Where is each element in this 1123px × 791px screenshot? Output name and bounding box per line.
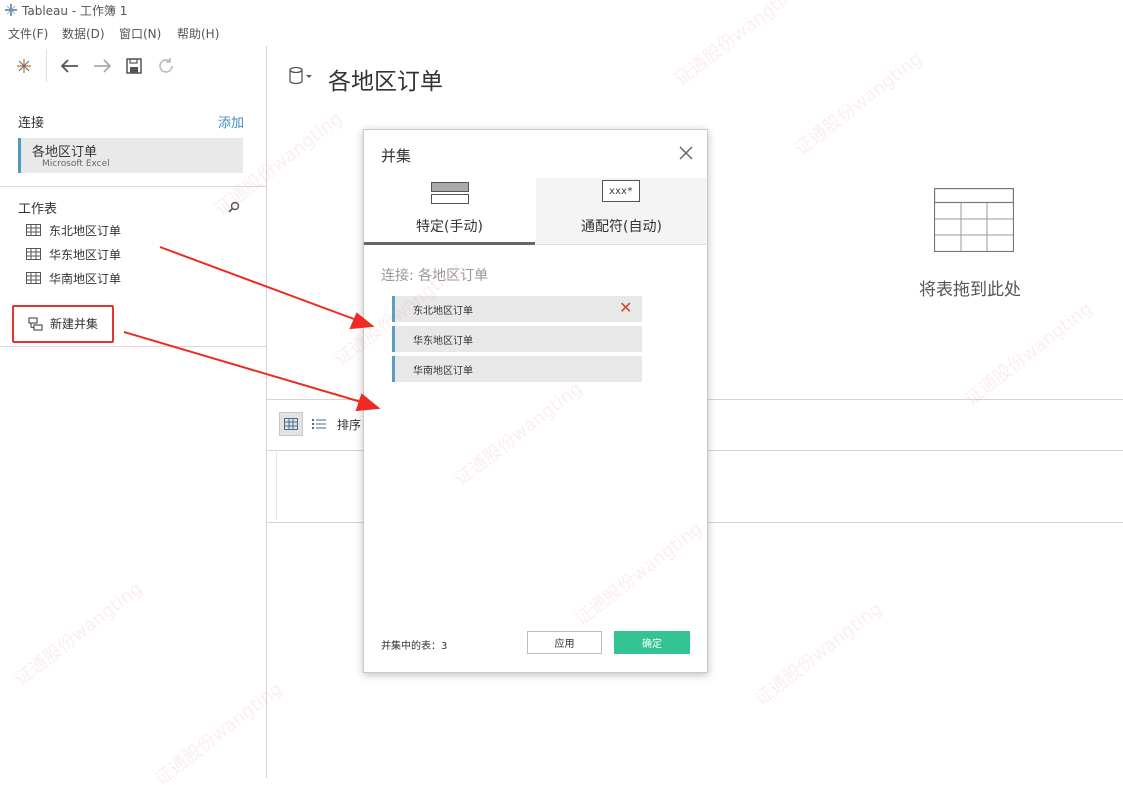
close-icon[interactable] — [678, 145, 694, 161]
union-table-label: 华东地区订单 — [413, 336, 473, 347]
sort-label[interactable]: 排序 — [337, 416, 361, 433]
redo-icon[interactable] — [90, 54, 114, 78]
menu-data[interactable]: 数据(D) — [62, 25, 105, 42]
connection-label: 连接: 各地区订单 — [381, 268, 489, 284]
drop-table-icon — [934, 188, 1014, 252]
grid-view-button[interactable] — [279, 412, 303, 436]
connections-heading: 连接 — [18, 116, 45, 131]
page-title: 各地区订单 — [328, 69, 443, 95]
union-table-label: 东北地区订单 — [413, 306, 473, 317]
union-table-row[interactable]: 东北地区订单 ✕ — [392, 296, 642, 322]
toolbar — [0, 46, 266, 88]
tab-wildcard[interactable]: xxx* 通配符(自动) — [536, 178, 707, 244]
dialog-title: 并集 — [381, 147, 412, 165]
sheet-label: 东北地区订单 — [49, 223, 122, 238]
section-divider — [0, 186, 266, 187]
tab-divider — [536, 244, 708, 245]
apply-button[interactable]: 应用 — [527, 631, 602, 654]
data-source-panel: 连接 添加 各地区订单 Microsoft Excel 工作表 东北地区订单 华… — [0, 46, 267, 778]
connection-item[interactable]: 各地区订单 Microsoft Excel — [18, 138, 243, 173]
new-union-label: 新建并集 — [50, 317, 99, 331]
list-icon — [312, 419, 326, 429]
save-icon[interactable] — [122, 54, 146, 78]
grid-icon — [284, 418, 298, 430]
sheet-item[interactable]: 华东地区订单 — [26, 244, 121, 264]
union-table-row[interactable]: 华东地区订单 — [392, 326, 642, 352]
tab-wildcard-label: 通配符(自动) — [581, 219, 662, 235]
add-connection-link[interactable]: 添加 — [218, 112, 244, 131]
sheets-heading: 工作表 — [18, 202, 58, 217]
wildcard-icon: xxx* — [602, 180, 640, 202]
sheet-item[interactable]: 华南地区订单 — [26, 268, 121, 288]
menu-help[interactable]: 帮助(H) — [177, 25, 219, 42]
table-icon — [26, 224, 41, 236]
toolbar-divider — [46, 50, 47, 82]
union-table-label: 华南地区订单 — [413, 366, 473, 377]
tableau-start-icon[interactable] — [12, 54, 36, 78]
database-icon[interactable] — [288, 66, 314, 86]
union-table-row[interactable]: 华南地区订单 — [392, 356, 642, 382]
table-icon — [26, 272, 41, 284]
ok-button[interactable]: 确定 — [614, 631, 690, 654]
search-icon[interactable] — [228, 201, 240, 213]
remove-icon[interactable]: ✕ — [619, 300, 632, 316]
union-icon — [28, 317, 43, 331]
tab-specific[interactable]: 特定(手动) — [364, 178, 535, 244]
watermark: 证通股份wangting — [960, 298, 1097, 411]
watermark: 证通股份wangting — [790, 48, 927, 161]
undo-icon[interactable] — [58, 54, 82, 78]
table-icon — [26, 248, 41, 260]
menu-file[interactable]: 文件(F) — [8, 25, 48, 42]
union-table-count: 并集中的表：3 — [381, 641, 448, 652]
window-title: Tableau - 工作簿 1 — [22, 4, 128, 18]
tableau-logo-icon — [5, 4, 17, 16]
title-bar: Tableau - 工作簿 1 — [0, 0, 1123, 22]
refresh-icon[interactable] — [154, 54, 178, 78]
sheet-label: 华南地区订单 — [49, 271, 122, 286]
grid-column-divider — [276, 452, 277, 520]
menu-window[interactable]: 窗口(N) — [119, 25, 161, 42]
list-view-button[interactable] — [309, 414, 329, 434]
union-dialog: 并集 特定(手动) xxx* 通配符(自动) 连接: 各地区订单 东北地区订单 … — [363, 129, 708, 673]
sheet-item[interactable]: 东北地区订单 — [26, 220, 121, 240]
specific-tables-icon — [431, 182, 469, 204]
sheet-label: 华东地区订单 — [49, 247, 122, 262]
connection-type: Microsoft Excel — [42, 159, 110, 169]
drop-zone-text: 将表拖到此处 — [919, 280, 1021, 300]
watermark: 证通股份wangting — [750, 598, 887, 711]
tab-specific-label: 特定(手动) — [416, 219, 483, 235]
new-union-button[interactable]: 新建并集 — [12, 305, 114, 343]
connection-name: 各地区订单 — [32, 145, 98, 160]
active-tab-indicator — [364, 242, 535, 245]
section-divider — [0, 346, 266, 347]
